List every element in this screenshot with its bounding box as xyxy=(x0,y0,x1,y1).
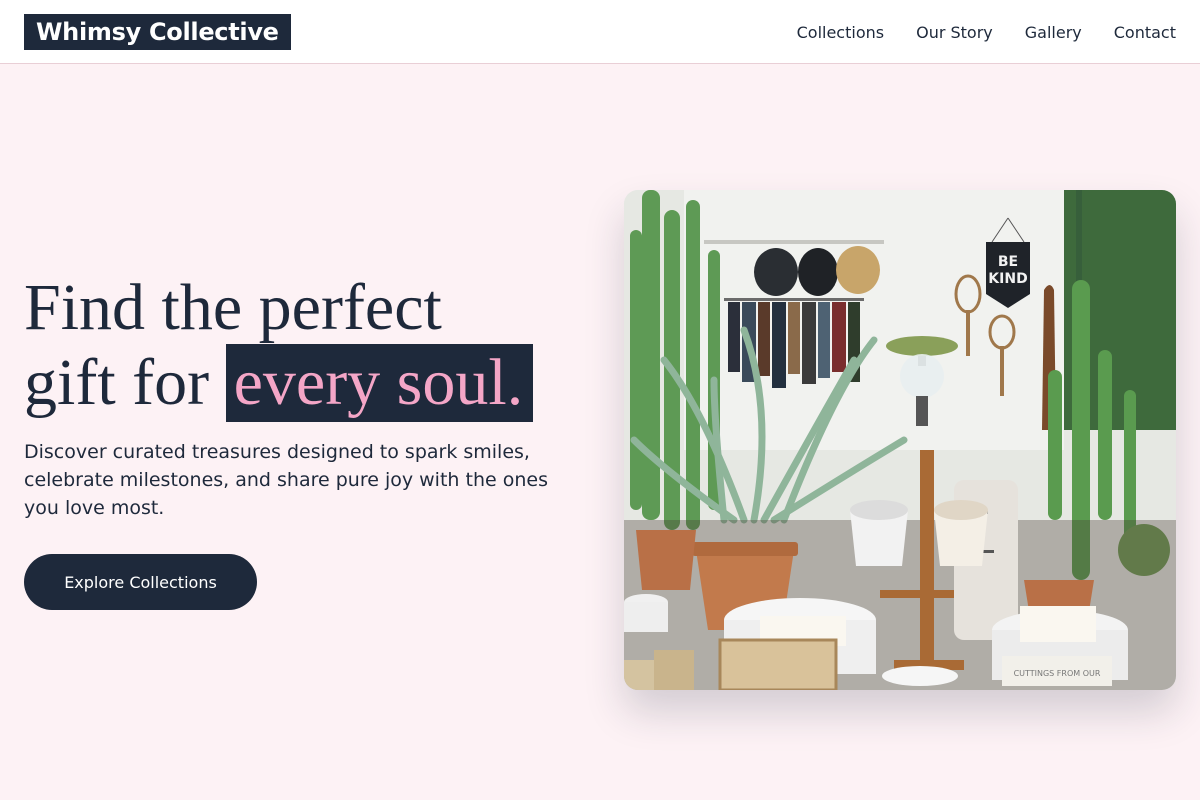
hero-title-line-2: gift for every soul. xyxy=(24,344,604,422)
site-header: Whimsy Collective Collections Our Story … xyxy=(0,0,1200,64)
hero-image: BE KIND CUTTINGS FROM OUR xyxy=(624,190,1176,690)
main-nav: Collections Our Story Gallery Contact xyxy=(797,0,1176,64)
logo[interactable]: Whimsy Collective xyxy=(24,14,291,50)
hero-title-line-1: Find the perfect xyxy=(24,271,442,344)
hero-subtitle: Discover curated treasures designed to s… xyxy=(24,441,548,519)
nav-link-collections[interactable]: Collections xyxy=(797,23,884,42)
nav-link-gallery[interactable]: Gallery xyxy=(1025,23,1082,42)
hero-title-prefix: gift for xyxy=(24,346,210,419)
hero-title: Find the perfect gift for every soul. xyxy=(24,272,604,422)
explore-collections-button[interactable]: Explore Collections xyxy=(24,554,257,610)
banner-text-be: BE xyxy=(998,254,1018,270)
banner-text-kind: KIND xyxy=(988,271,1027,287)
hero-title-highlight: every soul. xyxy=(225,344,534,422)
nav-link-contact[interactable]: Contact xyxy=(1114,23,1176,42)
nav-link-our-story[interactable]: Our Story xyxy=(916,23,993,42)
shop-interior-photo-icon: BE KIND CUTTINGS FROM OUR xyxy=(624,190,1176,690)
card-text: CUTTINGS FROM OUR xyxy=(1014,669,1101,678)
